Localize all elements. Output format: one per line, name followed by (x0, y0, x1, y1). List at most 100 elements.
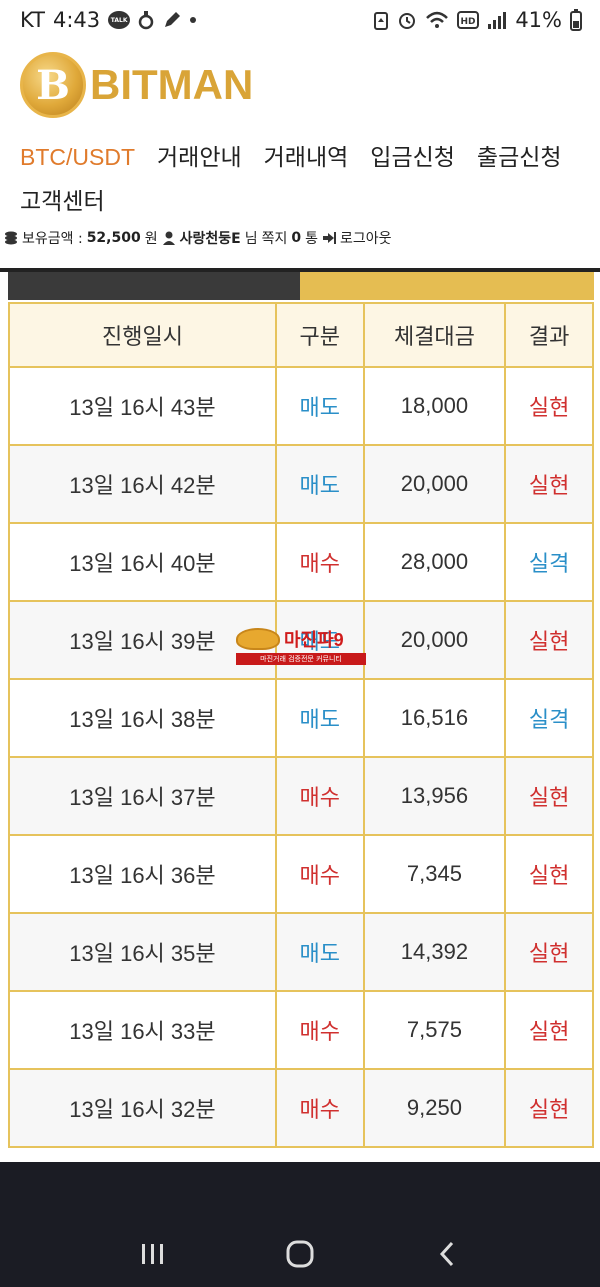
nav-item-trade-history[interactable]: 거래내역 (264, 140, 349, 174)
hd-voice-icon: HD (457, 11, 480, 29)
cell-time: 13일 16시 37분 (8, 756, 277, 836)
user-icon (162, 231, 176, 245)
cell-time: 13일 16시 35분 (8, 912, 277, 992)
cell-type: 매수 (274, 756, 365, 836)
coins-icon (4, 231, 18, 245)
cell-amount: 14,392 (362, 912, 507, 992)
cell-time: 13일 16시 32분 (8, 1068, 277, 1148)
table-row: 13일 16시 32분 매수 9,250 실현 (8, 1068, 594, 1148)
table-row: 13일 16시 33분 매수 7,575 실현 (8, 990, 594, 1070)
table-header-row: 진행일시 구분 체결대금 결과 (8, 302, 594, 368)
cell-time: 13일 16시 36분 (8, 834, 277, 914)
user-info-bar: 보유금액 : 52,500 원 사랑천둥E 님 쪽지 0 통 로그아웃 (4, 228, 392, 248)
cell-type: 매수 (274, 834, 365, 914)
battery-percent: 41% (515, 8, 562, 32)
balance-unit: 원 (144, 231, 158, 247)
system-nav-bar (0, 1220, 600, 1287)
edit-icon (162, 10, 182, 30)
cell-type: 매도 (274, 912, 365, 992)
status-left: KT 4:43 TALK (20, 8, 197, 32)
cell-type: 매도 (274, 600, 365, 680)
notification-icon (138, 10, 154, 30)
honorific: 님 (244, 231, 258, 247)
table-row: 13일 16시 40분 매수 28,000 실격 (8, 522, 594, 602)
main-nav: BTC/USDT 거래안내 거래내역 입금신청 출금신청 고객센터 (20, 140, 580, 218)
logout-link[interactable]: 로그아웃 (340, 228, 392, 248)
cell-amount: 9,250 (362, 1068, 507, 1148)
recent-apps-icon[interactable] (133, 1234, 173, 1274)
kakaotalk-icon: TALK (108, 11, 131, 29)
nav-item-deposit[interactable]: 입금신청 (370, 140, 455, 174)
cell-result: 실현 (504, 912, 594, 992)
cell-amount: 13,956 (362, 756, 507, 836)
brand-name: BITMAN (90, 61, 254, 108)
cell-time: 13일 16시 43분 (8, 366, 277, 446)
clock: 4:43 (52, 8, 101, 32)
table-row: 13일 16시 36분 매수 7,345 실현 (8, 834, 594, 914)
home-icon[interactable] (280, 1234, 320, 1274)
messages-label[interactable]: 쪽지 (262, 228, 288, 248)
cell-amount: 18,000 (362, 366, 507, 446)
header-result: 결과 (504, 302, 594, 368)
table-row: 13일 16시 42분 매도 20,000 실현 (8, 444, 594, 524)
logout-icon[interactable] (322, 231, 336, 245)
more-notifications-dot (190, 17, 197, 23)
table-row: 13일 16시 43분 매도 18,000 실현 (8, 366, 594, 446)
carrier-label: KT (20, 8, 45, 32)
cell-type: 매수 (274, 522, 365, 602)
messages-count: 0 (291, 230, 302, 246)
table-row: 13일 16시 35분 매도 14,392 실현 (8, 912, 594, 992)
coin-letter: B (36, 61, 70, 109)
username: 사랑천둥E (179, 231, 241, 247)
messages-unit: 통 (305, 231, 318, 247)
cell-result: 실현 (504, 366, 594, 446)
header-type: 구분 (274, 302, 365, 368)
cell-amount: 16,516 (362, 678, 507, 758)
cell-time: 13일 16시 38분 (8, 678, 277, 758)
cell-type: 매수 (274, 1068, 365, 1148)
cell-time: 13일 16시 40분 (8, 522, 277, 602)
cell-type: 매도 (274, 444, 365, 524)
talk-badge-text: TALK (110, 16, 128, 24)
wifi-icon (425, 10, 449, 30)
cell-time: 13일 16시 42분 (8, 444, 277, 524)
cell-result: 실현 (504, 444, 594, 524)
cell-amount: 20,000 (362, 600, 507, 680)
trade-history-table: 진행일시 구분 체결대금 결과 13일 16시 43분 매도 18,000 실현 13일… (8, 302, 594, 1148)
cell-result: 실현 (504, 756, 594, 836)
site-header: B BITMAN BTC/USDT 거래안내 거래내역 입금신청 출금신청 고객… (0, 40, 600, 272)
cell-result: 실격 (504, 522, 594, 602)
nav-item-customer-center[interactable]: 고객센터 (20, 184, 105, 218)
nav-item-btc-usdt[interactable]: BTC/USDT (20, 140, 135, 174)
tab-right[interactable] (300, 272, 594, 300)
cell-result: 실현 (504, 990, 594, 1070)
status-bar: KT 4:43 TALK HD 41% (0, 0, 600, 40)
tab-left[interactable] (8, 272, 300, 300)
cell-type: 매수 (274, 990, 365, 1070)
cell-result: 실현 (504, 834, 594, 914)
balance-label: 보유금액 : (22, 231, 83, 247)
cell-amount: 7,575 (362, 990, 507, 1070)
cell-amount: 7,345 (362, 834, 507, 914)
cell-result: 실격 (504, 678, 594, 758)
battery-icon (570, 9, 582, 31)
header-amount: 체결대금 (362, 302, 507, 368)
back-icon[interactable] (427, 1234, 467, 1274)
signal-icon (487, 10, 507, 30)
site-logo[interactable]: B BITMAN (20, 52, 253, 118)
alarm-icon (397, 10, 417, 30)
cell-result: 실현 (504, 600, 594, 680)
cell-time: 13일 16시 33분 (8, 990, 277, 1070)
cell-amount: 20,000 (362, 444, 507, 524)
status-right: HD 41% (373, 8, 582, 32)
cell-time: 13일 16시 39분 (8, 600, 277, 680)
battery-saver-icon (373, 10, 389, 30)
table-row: 13일 16시 37분 매수 13,956 실현 (8, 756, 594, 836)
header-time: 진행일시 (8, 302, 277, 368)
tab-bar (8, 272, 594, 300)
nav-item-withdraw[interactable]: 출금신청 (477, 140, 562, 174)
table-row: 13일 16시 38분 매도 16,516 실격 (8, 678, 594, 758)
cell-type: 매도 (274, 366, 365, 446)
nav-item-trade-guide[interactable]: 거래안내 (157, 140, 242, 174)
balance-value: 52,500 (86, 230, 141, 246)
